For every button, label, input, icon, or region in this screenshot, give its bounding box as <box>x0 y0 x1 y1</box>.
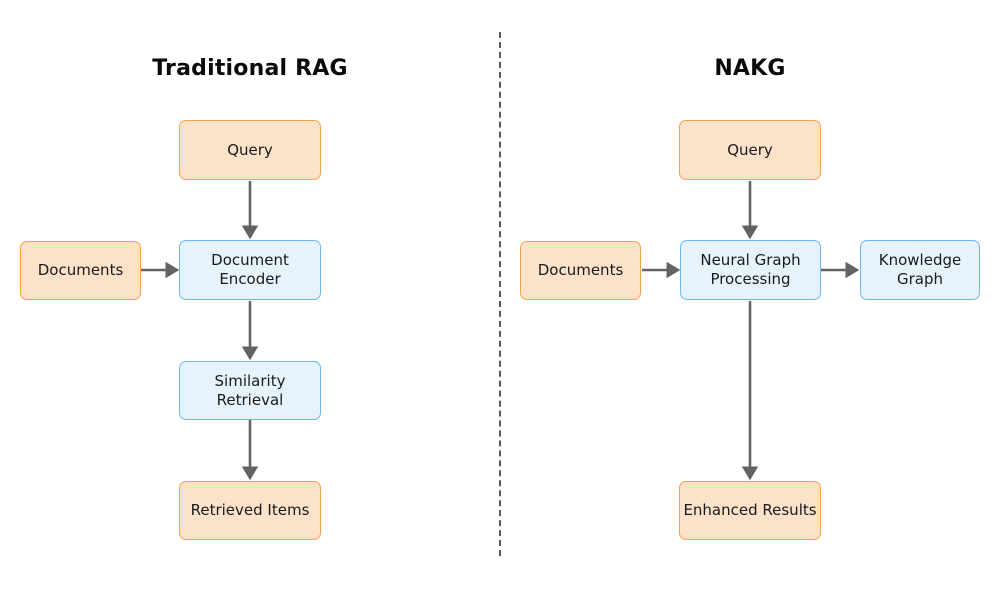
node-rag-document-encoder[interactable]: Document Encoder <box>179 240 321 300</box>
node-rag-query-label: Query <box>227 140 273 159</box>
node-rag-retrieved-items[interactable]: Retrieved Items <box>179 481 321 540</box>
diagram-canvas: Traditional RAG NAKG Query Documents Doc… <box>0 0 1000 600</box>
node-nakg-neural-graph-processing-label-line1: Neural Graph <box>700 251 801 269</box>
node-rag-similarity-retrieval-label-line1: Similarity <box>214 371 286 390</box>
node-nakg-enhanced-results-label: Enhanced Results <box>683 501 817 519</box>
node-nakg-knowledge-graph-label-line1: Knowledge <box>878 251 962 269</box>
node-rag-similarity-retrieval[interactable]: Similarity Retrieval <box>179 361 321 420</box>
node-rag-documents[interactable]: Documents <box>20 241 141 300</box>
panel-title-traditional-rag: Traditional RAG <box>152 56 348 81</box>
panel-divider <box>499 32 501 556</box>
node-nakg-query-label: Query <box>727 140 773 159</box>
node-rag-documents-label: Documents <box>37 261 124 279</box>
node-nakg-knowledge-graph-label-line2: Graph <box>896 270 943 288</box>
node-nakg-enhanced-results[interactable]: Enhanced Results <box>679 481 821 540</box>
node-nakg-neural-graph-processing[interactable]: Neural Graph Processing <box>680 240 821 300</box>
node-rag-retrieved-items-label: Retrieved Items <box>190 501 310 519</box>
node-nakg-neural-graph-processing-label-line2: Processing <box>710 270 791 288</box>
node-nakg-knowledge-graph[interactable]: Knowledge Graph <box>860 240 980 300</box>
node-rag-similarity-retrieval-label-line2: Retrieval <box>216 390 284 409</box>
node-nakg-documents-label: Documents <box>537 261 624 279</box>
node-nakg-documents[interactable]: Documents <box>520 241 641 300</box>
panel-title-nakg: NAKG <box>714 56 786 81</box>
node-rag-document-encoder-label-line2: Encoder <box>219 270 281 288</box>
node-rag-query[interactable]: Query <box>179 120 321 180</box>
node-nakg-query[interactable]: Query <box>679 120 821 180</box>
node-rag-document-encoder-label-line1: Document <box>211 251 289 269</box>
